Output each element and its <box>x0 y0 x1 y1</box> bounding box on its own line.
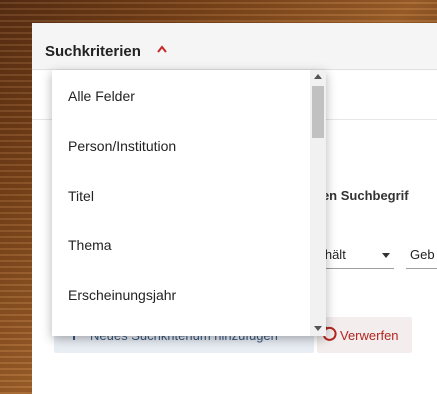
value-underline <box>406 268 437 269</box>
option-all-fields[interactable]: Alle Felder <box>68 88 135 104</box>
scroll-up-icon[interactable] <box>314 74 322 79</box>
search-criteria-header[interactable]: Suchkriterien <box>32 23 437 70</box>
field-select-dropdown: Alle Felder Person/Institution Titel The… <box>52 70 326 336</box>
reset-label: Verwerfen <box>340 328 399 343</box>
search-term-input[interactable]: nen Suchbegrif <box>314 188 409 203</box>
option-subject[interactable]: Thema <box>68 237 112 253</box>
dropdown-scrollbar[interactable] <box>310 70 326 336</box>
scrollbar-thumb[interactable] <box>312 86 324 138</box>
scroll-down-icon[interactable] <box>314 326 322 331</box>
operator-dropdown-icon[interactable] <box>382 253 390 258</box>
search-criteria-title: Suchkriterien <box>45 43 141 60</box>
value-field[interactable]: Geb <box>410 247 435 262</box>
chevron-up-icon[interactable] <box>157 45 167 53</box>
operator-underline <box>314 268 394 269</box>
option-title[interactable]: Titel <box>68 188 94 204</box>
option-person-institution[interactable]: Person/Institution <box>68 138 176 154</box>
option-publication-year[interactable]: Erscheinungsjahr <box>68 287 176 303</box>
reset-button[interactable]: Verwerfen <box>317 317 412 353</box>
